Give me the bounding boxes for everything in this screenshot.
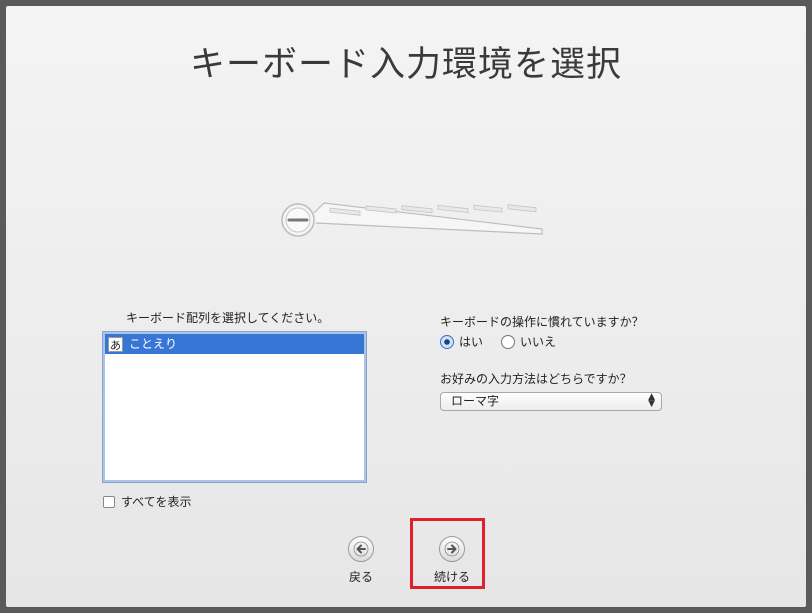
familiarity-radio-group: はい いいえ: [440, 333, 574, 350]
radio-no-label: いいえ: [520, 335, 557, 349]
page-title: キーボード入力環境を選択: [189, 45, 622, 85]
input-method-select[interactable]: ローマ字 ▲ ▼: [440, 392, 662, 411]
keyboard-illustration: [281, 202, 543, 237]
arrow-left-icon: [348, 536, 374, 562]
annotation-highlight-box: [410, 518, 485, 589]
input-method-question: お好みの入力方法はどちらですか？: [440, 372, 632, 386]
radio-option-no[interactable]: いいえ: [501, 333, 556, 350]
list-item-label: ことえり: [129, 337, 178, 351]
list-item[interactable]: あ ことえり: [105, 334, 364, 354]
radio-option-yes[interactable]: はい: [440, 333, 483, 350]
radio-yes[interactable]: [440, 334, 454, 349]
radio-no[interactable]: [501, 334, 516, 349]
back-button[interactable]: 戻る: [343, 536, 379, 585]
show-all-label: すべてを表示: [121, 495, 192, 509]
updown-arrows-icon: ▲ ▼: [648, 392, 655, 409]
familiarity-question: キーボードの操作に慣れていますか？: [440, 315, 644, 329]
back-label: 戻る: [348, 570, 373, 584]
input-method-value: ローマ字: [451, 394, 500, 408]
setup-assistant-panel: キーボード入力環境を選択: [6, 6, 806, 607]
layout-prompt-label: キーボード配列を選択してください。: [126, 311, 330, 325]
keyboard-layout-list[interactable]: あ ことえり: [102, 331, 367, 483]
input-source-icon: あ: [108, 336, 123, 352]
radio-yes-label: はい: [459, 335, 484, 349]
show-all-checkbox[interactable]: [103, 495, 115, 508]
show-all-option[interactable]: すべてを表示: [103, 493, 191, 510]
